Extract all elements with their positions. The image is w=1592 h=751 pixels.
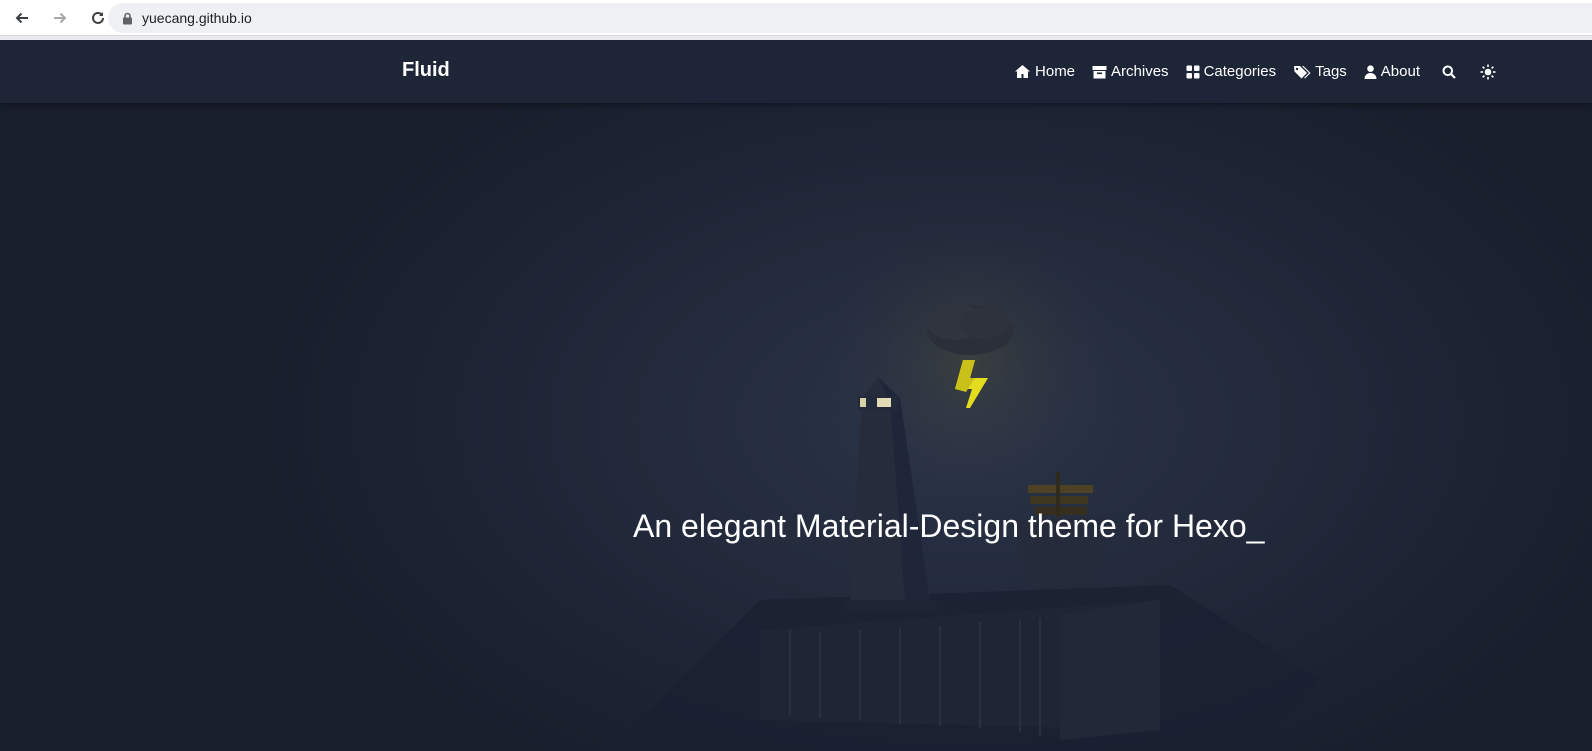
address-bar[interactable]: yuecang.github.io bbox=[108, 3, 1592, 33]
nav-item-label: Tags bbox=[1315, 63, 1347, 80]
theme-toggle-button[interactable] bbox=[1480, 64, 1496, 80]
url-text: yuecang.github.io bbox=[142, 10, 252, 26]
hero-background-scene bbox=[609, 210, 1320, 751]
nav-item-label: About bbox=[1380, 63, 1420, 80]
site-brand[interactable]: Fluid bbox=[402, 59, 450, 82]
search-icon bbox=[1442, 65, 1456, 79]
home-icon bbox=[1015, 65, 1031, 78]
back-button[interactable] bbox=[6, 0, 38, 36]
nav-item-home[interactable]: Home bbox=[1014, 63, 1075, 80]
hero-subtitle: An elegant Material-Design theme for Hex… bbox=[633, 508, 1265, 544]
tags-icon bbox=[1294, 65, 1311, 78]
search-button[interactable] bbox=[1442, 65, 1456, 79]
nav-item-label: Home bbox=[1035, 63, 1076, 80]
nav-item-archives[interactable]: Archives bbox=[1092, 63, 1169, 80]
reload-icon bbox=[92, 11, 104, 24]
grid-icon bbox=[1186, 65, 1200, 78]
lock-icon bbox=[120, 11, 134, 25]
nav-item-about[interactable]: About bbox=[1364, 63, 1420, 80]
nav-item-label: Categories bbox=[1203, 63, 1277, 80]
archive-icon bbox=[1092, 65, 1107, 78]
user-icon bbox=[1364, 64, 1377, 79]
sun-icon bbox=[1480, 64, 1496, 79]
nav-item-tags[interactable]: Tags bbox=[1293, 63, 1347, 80]
nav-item-label: Archives bbox=[1111, 63, 1169, 80]
site-navbar: Fluid Home Archives Categories Tags Abou… bbox=[0, 40, 1592, 103]
forward-button[interactable] bbox=[44, 0, 76, 36]
browser-toolbar: yuecang.github.io bbox=[0, 0, 1592, 36]
nav-item-categories[interactable]: Categories bbox=[1186, 63, 1277, 80]
page: Fluid Home Archives Categories Tags Abou… bbox=[0, 40, 1592, 751]
arrow-right-icon bbox=[54, 12, 67, 23]
nav-menu: Home Archives Categories Tags About bbox=[997, 40, 1496, 103]
arrow-left-icon bbox=[15, 12, 28, 23]
